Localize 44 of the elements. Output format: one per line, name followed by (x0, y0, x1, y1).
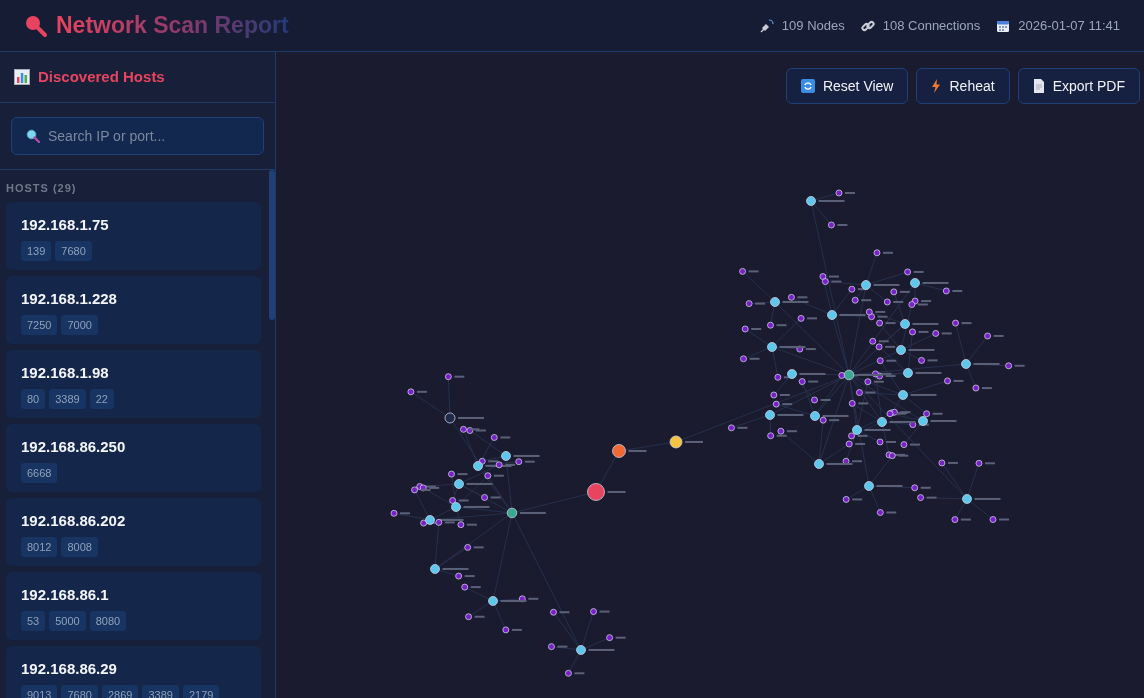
host-ip: 192.168.86.1 (21, 585, 110, 606)
port-tag: 8080 (89, 610, 127, 632)
host-card[interactable]: 192.168.86.202 8012 8008 (6, 498, 261, 567)
host-ip: 192.168.1.75 (21, 215, 110, 236)
document-icon (1032, 79, 1045, 94)
host-card[interactable]: 192.168.86.250 6668 (6, 424, 261, 493)
port-tag: 53 (21, 610, 46, 632)
sidebar-title: Discovered Hosts (38, 66, 165, 87)
host-ip: 192.168.86.250 (21, 437, 127, 458)
host-card[interactable]: 192.168.1.228 7250 7000 (6, 276, 261, 345)
port-tag: 80 (21, 388, 46, 410)
stat-text: 108 Connections (882, 16, 981, 35)
port-tag: 8008 (61, 536, 98, 558)
bar-chart-icon (14, 69, 30, 85)
search-icon (24, 13, 48, 38)
refresh-icon (800, 79, 815, 94)
toolbar-button[interactable]: Reset View (785, 68, 909, 105)
scrollbar[interactable] (269, 169, 275, 320)
port-tag: 6668 (21, 462, 58, 484)
port-tag: 7000 (61, 314, 98, 336)
port-tag: 3389 (49, 388, 86, 410)
host-ip: 192.168.86.29 (21, 659, 118, 680)
host-card[interactable]: 192.168.86.1 53 5000 8080 (6, 572, 261, 641)
link-icon (860, 18, 875, 33)
toolbar-button[interactable]: Reheat (916, 68, 1010, 105)
port-tag: 8012 (21, 536, 58, 558)
port-tag: 7250 (21, 314, 58, 336)
port-tag: 5000 (49, 610, 86, 632)
search-field[interactable]: Search IP or port... (11, 116, 264, 155)
host-ip: 192.168.1.228 (21, 289, 118, 310)
port-tag: 139 (21, 240, 52, 262)
toolbar-button[interactable]: Export PDF (1017, 68, 1140, 105)
host-card[interactable]: 192.168.1.98 80 3389 22 (6, 350, 261, 419)
stat-text: 2026-01-07 11:41 (1018, 16, 1120, 35)
port-tag: 7680 (55, 240, 92, 262)
calendar-icon (996, 18, 1011, 33)
port-tag: 22 (89, 388, 114, 410)
host-ip: 192.168.86.202 (21, 511, 127, 532)
stat-text: 109 Nodes (781, 16, 845, 35)
host-card[interactable]: 192.168.1.75 139 7680 (6, 202, 261, 271)
host-ip: 192.168.1.98 (21, 363, 110, 384)
section-label: HOSTS (29) (5, 180, 78, 196)
satellite-icon (759, 18, 774, 33)
lightning-icon (931, 79, 942, 94)
